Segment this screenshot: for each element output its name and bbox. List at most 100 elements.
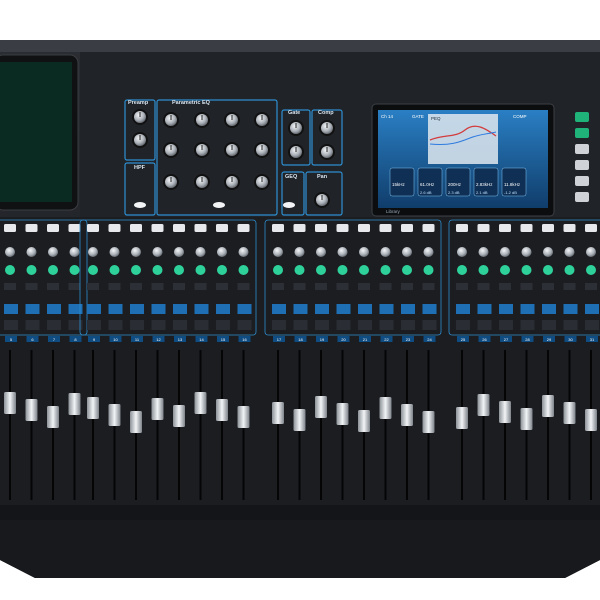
gain-knob[interactable] [316, 247, 326, 257]
channel-button[interactable] [25, 320, 40, 330]
fader-cap[interactable] [194, 392, 207, 414]
select-led-button[interactable] [69, 265, 80, 275]
select-led-button[interactable] [564, 265, 575, 275]
select-led-button[interactable] [88, 265, 98, 275]
select-led-button[interactable] [380, 265, 391, 275]
fader-cap[interactable] [25, 399, 38, 421]
gain-knob[interactable] [88, 247, 98, 257]
select-led-button[interactable] [294, 265, 305, 275]
rotary-knob[interactable] [163, 174, 179, 190]
gain-knob[interactable] [337, 247, 348, 257]
gain-knob[interactable] [521, 247, 532, 257]
mute-button[interactable] [173, 224, 185, 232]
gain-knob[interactable] [5, 247, 15, 257]
fader-cap[interactable] [422, 411, 435, 433]
select-led-button[interactable] [359, 265, 369, 275]
select-led-button[interactable] [457, 265, 467, 275]
channel-button[interactable] [216, 320, 230, 330]
select-led-button[interactable] [402, 265, 412, 275]
select-led-button[interactable] [521, 265, 532, 275]
rotary-knob[interactable] [132, 132, 148, 148]
fader-cap[interactable] [47, 406, 59, 428]
fader-cap[interactable] [401, 404, 413, 426]
select-button[interactable] [283, 202, 295, 208]
channel-button[interactable] [379, 320, 394, 330]
rotary-knob[interactable] [314, 192, 330, 208]
mute-button[interactable] [108, 224, 121, 232]
rotary-knob[interactable] [224, 142, 240, 158]
mute-button[interactable] [422, 224, 435, 232]
channel-button[interactable] [422, 320, 437, 330]
mute-button[interactable] [358, 224, 370, 232]
fader-cap[interactable] [358, 410, 370, 432]
mute-button[interactable] [87, 224, 99, 232]
mute-button[interactable] [293, 224, 306, 232]
mute-button[interactable] [499, 224, 511, 232]
rotary-knob[interactable] [224, 112, 240, 128]
channel-button[interactable] [237, 320, 252, 330]
mute-button[interactable] [237, 224, 250, 232]
select-led-button[interactable] [174, 265, 184, 275]
mute-button[interactable] [130, 224, 142, 232]
mute-button[interactable] [25, 224, 38, 232]
fader-cap[interactable] [108, 404, 121, 426]
channel-button[interactable] [47, 320, 61, 330]
select-led-button[interactable] [48, 265, 58, 275]
channel-button[interactable] [272, 320, 286, 330]
fader-cap[interactable] [520, 408, 533, 430]
gain-knob[interactable] [586, 247, 596, 257]
rotary-knob[interactable] [132, 109, 148, 125]
fader-cap[interactable] [87, 397, 99, 419]
select-led-button[interactable] [131, 265, 141, 275]
mute-button[interactable] [4, 224, 16, 232]
channel-button[interactable] [130, 320, 144, 330]
channel-button[interactable] [151, 320, 166, 330]
fader-cap[interactable] [272, 402, 284, 424]
gain-knob[interactable] [500, 247, 510, 257]
channel-button[interactable] [520, 320, 535, 330]
fader-cap[interactable] [379, 397, 392, 419]
rotary-knob[interactable] [288, 120, 304, 136]
fader-cap[interactable] [237, 406, 250, 428]
mute-button[interactable] [194, 224, 207, 232]
gain-knob[interactable] [273, 247, 283, 257]
gain-knob[interactable] [380, 247, 391, 257]
select-led-button[interactable] [238, 265, 249, 275]
gain-knob[interactable] [478, 247, 489, 257]
fader-cap[interactable] [456, 407, 468, 429]
mute-button[interactable] [272, 224, 284, 232]
fader-cap[interactable] [216, 399, 228, 421]
rotary-knob[interactable] [319, 120, 335, 136]
gain-knob[interactable] [131, 247, 141, 257]
channel-button[interactable] [456, 320, 470, 330]
mute-button[interactable] [563, 224, 576, 232]
fader-cap[interactable] [499, 401, 511, 423]
gain-knob[interactable] [564, 247, 575, 257]
fader-cap[interactable] [585, 409, 597, 431]
mute-button[interactable] [68, 224, 81, 232]
gain-knob[interactable] [543, 247, 553, 257]
gain-knob[interactable] [195, 247, 206, 257]
gain-knob[interactable] [217, 247, 227, 257]
channel-button[interactable] [87, 320, 101, 330]
fader-cap[interactable] [336, 403, 349, 425]
gain-knob[interactable] [152, 247, 163, 257]
select-led-button[interactable] [5, 265, 15, 275]
select-led-button[interactable] [500, 265, 510, 275]
mute-button[interactable] [542, 224, 554, 232]
rotary-knob[interactable] [319, 144, 335, 160]
mute-button[interactable] [315, 224, 327, 232]
fader-cap[interactable] [173, 405, 185, 427]
select-led-button[interactable] [337, 265, 348, 275]
channel-button[interactable] [585, 320, 599, 330]
rotary-knob[interactable] [163, 142, 179, 158]
rotary-knob[interactable] [163, 112, 179, 128]
gain-knob[interactable] [109, 247, 120, 257]
select-led-button[interactable] [195, 265, 206, 275]
fader-cap[interactable] [315, 396, 327, 418]
fader-cap[interactable] [151, 398, 164, 420]
rotary-knob[interactable] [194, 142, 210, 158]
select-led-button[interactable] [26, 265, 37, 275]
rotary-knob[interactable] [194, 112, 210, 128]
gain-knob[interactable] [174, 247, 184, 257]
